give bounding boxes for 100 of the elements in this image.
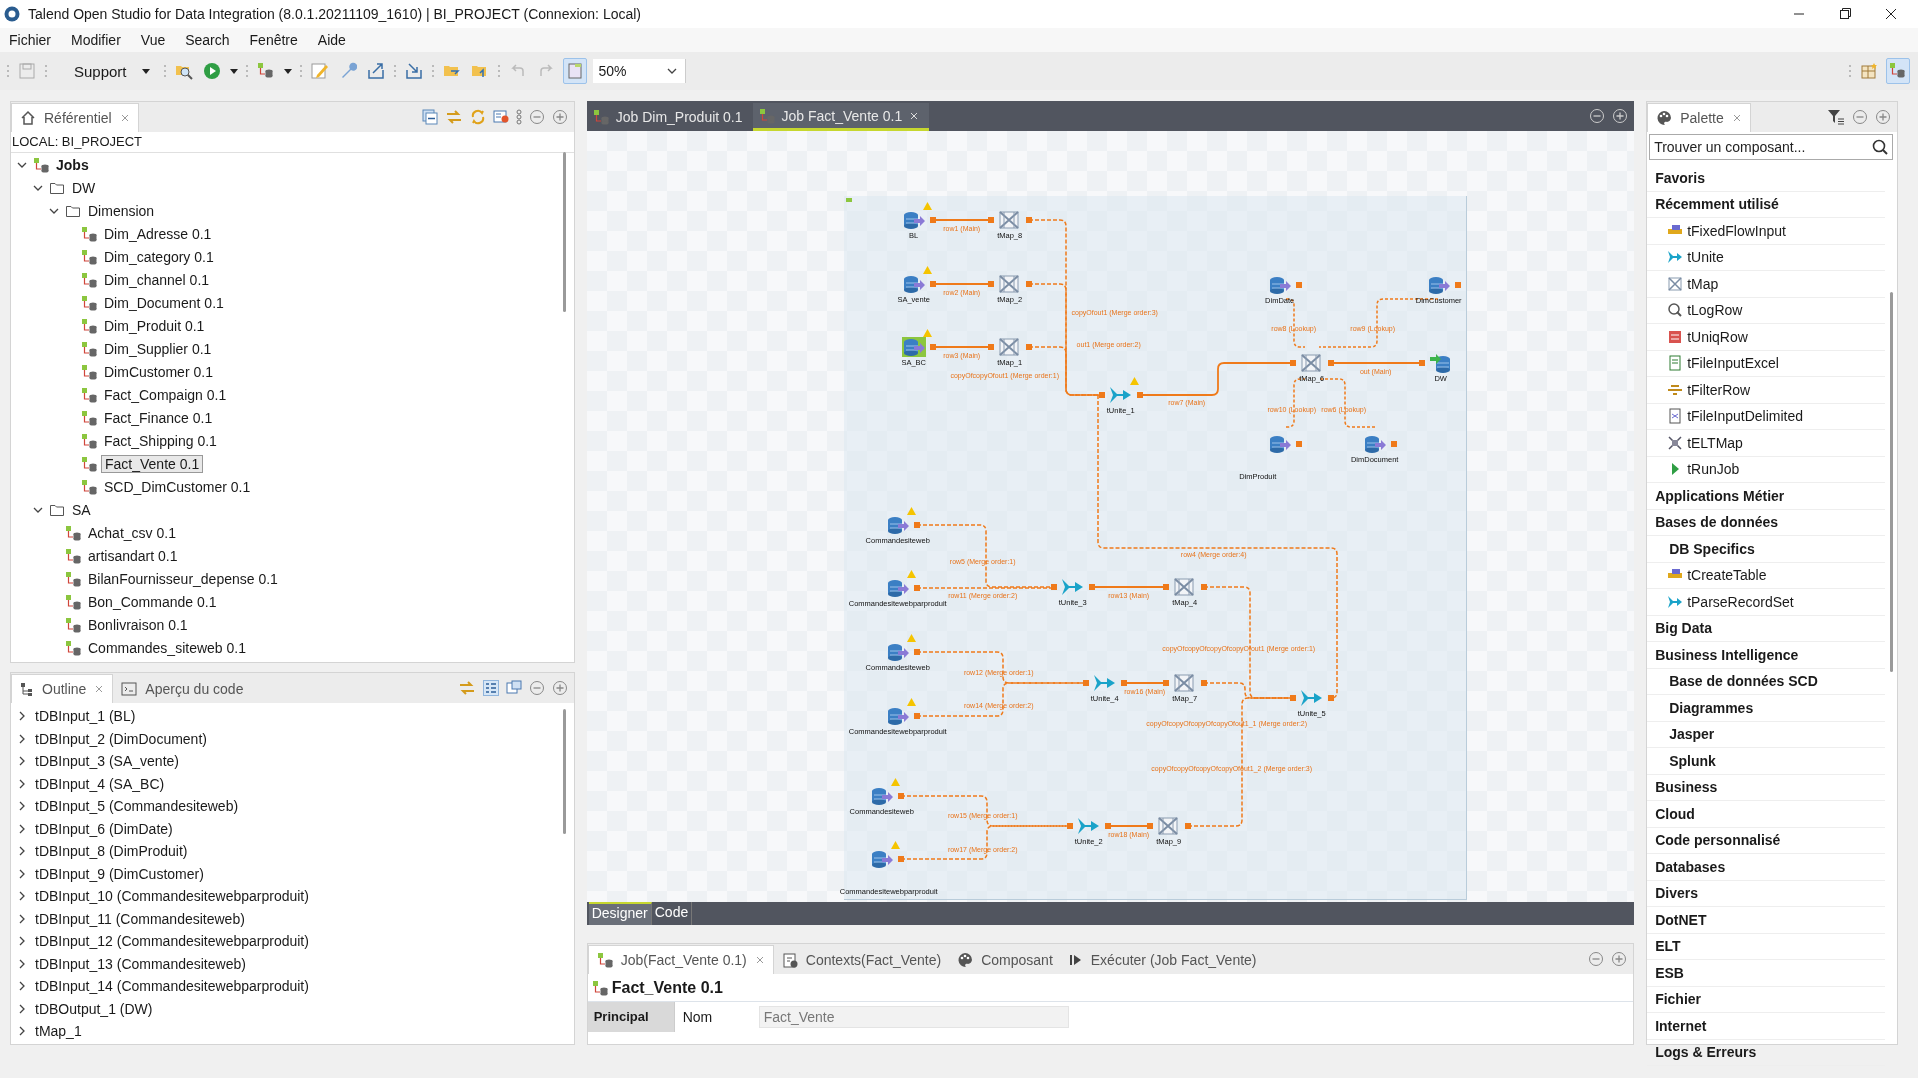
tree-item[interactable]: DW	[69, 179, 99, 196]
port-icon[interactable]	[897, 793, 904, 799]
palette-category[interactable]: Diagrammes	[1647, 695, 1886, 722]
panel-tab[interactable]: Composant	[949, 946, 1061, 974]
database-icon[interactable]	[901, 274, 926, 294]
database-icon[interactable]	[885, 642, 910, 662]
port-icon[interactable]	[1327, 360, 1334, 366]
port-icon[interactable]	[1136, 392, 1143, 398]
port-icon[interactable]	[929, 281, 936, 287]
outline-item[interactable]: tDBInput_13 (Commandesiteweb)	[35, 955, 246, 972]
port-icon[interactable]	[1146, 823, 1153, 829]
link-icon[interactable]	[457, 680, 476, 696]
palette-category[interactable]: ELT	[1647, 933, 1886, 960]
sync-icon[interactable]	[469, 109, 486, 125]
port-icon[interactable]	[1066, 823, 1073, 829]
view-tab[interactable]: Designer	[588, 902, 652, 925]
port-icon[interactable]	[1025, 217, 1032, 223]
tree-item[interactable]: Bon_Commande 0.1	[85, 593, 220, 610]
port-icon[interactable]	[929, 217, 936, 223]
palette-category[interactable]: Big Data	[1647, 615, 1886, 642]
panel-tab[interactable]: Palette	[1647, 103, 1751, 132]
merge-arrow-icon[interactable]	[1299, 688, 1324, 708]
caret-icon[interactable]	[228, 67, 239, 75]
more-icon[interactable]	[515, 109, 522, 125]
port-icon[interactable]	[1295, 441, 1302, 447]
close-icon[interactable]	[1731, 113, 1742, 123]
tree-item[interactable]: Fact_Compaign 0.1	[101, 386, 230, 403]
database-icon[interactable]	[901, 337, 926, 357]
page-icon[interactable]	[562, 58, 587, 84]
palette-component[interactable]: tFileInputDelimited	[1647, 403, 1886, 430]
tree-item[interactable]: Fact_Finance 0.1	[101, 409, 216, 426]
port-icon[interactable]	[1454, 282, 1461, 288]
palette-category[interactable]: Bases de données	[1647, 509, 1886, 536]
perspective-dropdown[interactable]: Support	[54, 62, 157, 80]
port-icon[interactable]	[1104, 823, 1111, 829]
database-icon[interactable]	[885, 706, 910, 726]
maximize-icon[interactable]	[551, 109, 568, 125]
tree-item[interactable]: Bonlivraison 0.1	[85, 616, 191, 633]
tree-item[interactable]: Achat_csv 0.1	[85, 524, 179, 541]
port-icon[interactable]	[1295, 282, 1302, 288]
port-icon[interactable]	[1184, 823, 1191, 829]
maximize-icon[interactable]	[1612, 108, 1629, 124]
database-icon[interactable]	[1428, 353, 1453, 373]
port-icon[interactable]	[1025, 344, 1032, 350]
outline-item[interactable]: tDBInput_11 (Commandesiteweb)	[35, 910, 245, 927]
outline-item[interactable]: tDBInput_4 (SA_BC)	[35, 775, 165, 792]
palette-category[interactable]: Fichier	[1647, 986, 1886, 1013]
palette-category[interactable]: DotNET	[1647, 907, 1886, 934]
palette-category[interactable]: Databases	[1647, 854, 1886, 881]
palette-component[interactable]: tParseRecordSet	[1647, 589, 1886, 616]
crossed-box-icon[interactable]	[997, 337, 1022, 357]
zoom-dropdown[interactable]: 50%	[592, 59, 686, 83]
panel-tab[interactable]: Exécuter (Job Fact_Vente)	[1060, 946, 1265, 974]
search-icon[interactable]	[1872, 139, 1888, 155]
tree-item[interactable]: Dim_Supplier 0.1	[101, 340, 215, 357]
collapse-icon[interactable]	[421, 109, 438, 125]
job-perspective-icon[interactable]	[1886, 58, 1910, 84]
database-icon[interactable]	[885, 578, 910, 598]
tree-item[interactable]: Dim_channel 0.1	[101, 271, 213, 288]
port-icon[interactable]	[1050, 584, 1057, 590]
crossed-box-icon[interactable]	[1172, 673, 1197, 693]
port-icon[interactable]	[1162, 584, 1169, 590]
tree-item[interactable]: BilanFournisseur_depense 0.1	[85, 570, 281, 587]
outline-item[interactable]: tDBOutput_1 (DW)	[35, 1000, 153, 1017]
crossed-box-icon[interactable]	[1156, 816, 1181, 836]
palette-category[interactable]: Base de données SCD	[1647, 668, 1886, 695]
port-icon[interactable]	[913, 585, 920, 591]
palette-component[interactable]: tFixedFlowInput	[1647, 218, 1886, 245]
port-icon[interactable]	[1082, 680, 1089, 686]
palette-component[interactable]: tFileInputExcel	[1647, 350, 1886, 377]
tree-item[interactable]: artisandart 0.1	[85, 547, 181, 564]
tree-item[interactable]: Dim_Produit 0.1	[101, 317, 208, 334]
menu-item[interactable]: Fenêtre	[249, 32, 298, 48]
palette-component[interactable]: tMap	[1647, 271, 1886, 298]
outline-item[interactable]: tMap_1	[35, 1023, 82, 1040]
database-icon[interactable]	[1267, 434, 1292, 454]
close-icon[interactable]	[754, 955, 765, 965]
panel-tab[interactable]: Outline	[11, 674, 114, 703]
panel-tab[interactable]: Job(Fact_Vente 0.1)	[587, 945, 774, 974]
database-icon[interactable]	[901, 210, 926, 230]
tree-item[interactable]: Jobs	[53, 156, 92, 173]
section-tab[interactable]: Principal	[587, 1002, 675, 1032]
panel-tab[interactable]: Aperçu du code	[113, 675, 252, 703]
menu-item[interactable]: Vue	[140, 32, 166, 48]
panel-tab[interactable]: Contexts(Fact_Vente)	[773, 946, 950, 974]
database-icon[interactable]	[885, 515, 910, 535]
palette-category[interactable]: Cloud	[1647, 801, 1886, 828]
tree-item[interactable]: Dim_Document 0.1	[101, 294, 227, 311]
outline-item[interactable]: tDBInput_3 (SA_vente)	[35, 753, 179, 770]
merge-arrow-icon[interactable]	[1092, 673, 1117, 693]
filter-icon[interactable]	[1827, 109, 1845, 125]
tree-item[interactable]: Commandes_siteweb 0.1	[85, 639, 249, 656]
port-icon[interactable]	[913, 649, 920, 655]
merge-arrow-icon[interactable]	[1060, 577, 1085, 597]
maximize-icon[interactable]	[1611, 951, 1628, 967]
palette-category[interactable]: Jasper	[1647, 721, 1886, 748]
port-icon[interactable]	[1120, 680, 1127, 686]
outline-item[interactable]: tDBInput_1 (BL)	[35, 708, 136, 725]
palette-category[interactable]: Logs & Erreurs	[1647, 1039, 1886, 1066]
maximize-icon[interactable]	[1875, 109, 1891, 125]
